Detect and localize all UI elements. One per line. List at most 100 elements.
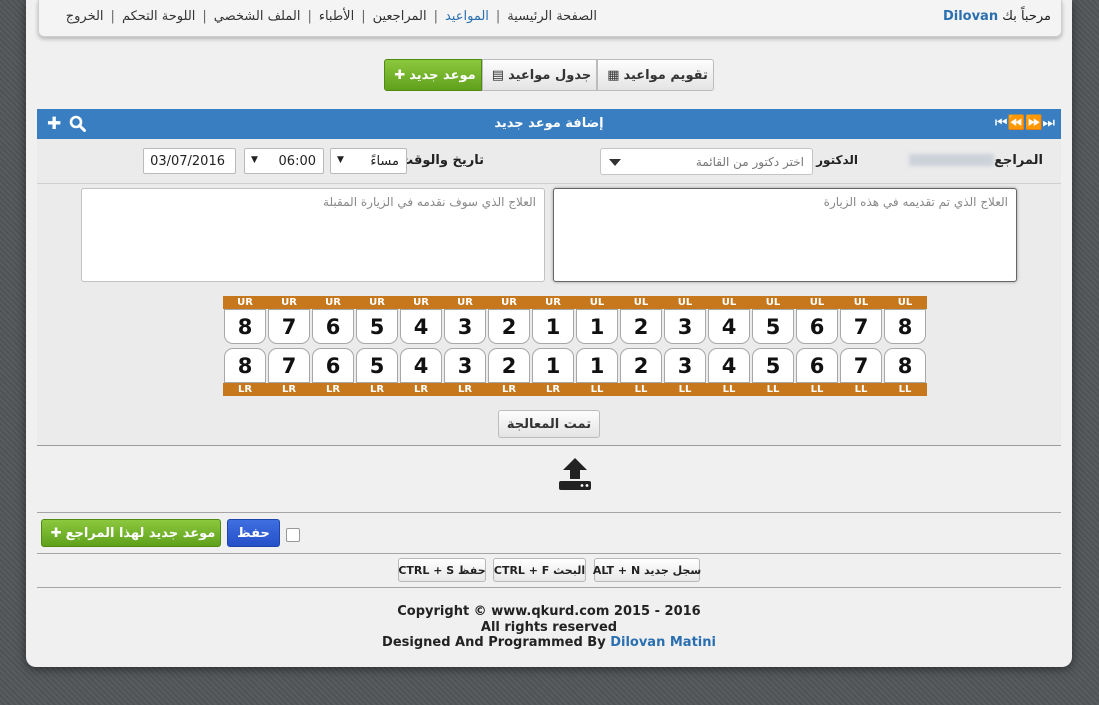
upper-tooth-button[interactable]: 3 [444,309,486,344]
upper-quadrant-label: UR [369,297,385,308]
dropdown-arrow-icon: ▼ [251,155,258,165]
upload-icon[interactable] [557,457,593,491]
lower-tooth-button[interactable]: 5 [752,348,794,383]
lower-tooth-button[interactable]: 7 [840,348,882,383]
time-select[interactable]: ▼ 06:00 [244,148,324,174]
upper-tooth-button[interactable]: 1 [576,309,618,344]
upper-quadrant-label: UR [325,297,341,308]
upper-quadrant-label: UL [633,297,649,308]
previous-record-icon[interactable]: ⏪ [1008,115,1025,131]
appointments-table-button[interactable]: ▤ جدول مواعيد [482,59,597,91]
lower-tooth-button[interactable]: 8 [884,348,926,383]
shortcut-save: CTRL + S حفظ [398,558,486,582]
username[interactable]: Dilovan [943,9,998,24]
period-value: مساءً [370,154,399,169]
form-titlebar: ✚ إضافة موعد جديد ⏮ ⏪ ⏩ ⏭ [37,109,1061,139]
nav-doctors[interactable]: الأطباء [319,9,354,24]
upper-quadrant-label: UL [589,297,605,308]
first-record-icon[interactable]: ⏮ [995,115,1008,131]
save-button[interactable]: حفظ [227,519,280,547]
lower-tooth-button[interactable]: 1 [576,348,618,383]
upper-tooth-button[interactable]: 5 [356,309,398,344]
upper-quadrant-label: UR [545,297,561,308]
lower-tooth-button[interactable]: 6 [312,348,354,383]
doctor-select[interactable]: اختر دكتور من القائمة [600,148,813,175]
lower-tooth-button[interactable]: 4 [400,348,442,383]
top-navbar: الصفحة الرئيسية|المواعيد|المراجعين|الأطب… [38,0,1062,37]
upper-quadrant-label: UL [853,297,869,308]
nav-links: الصفحة الرئيسية|المواعيد|المراجعين|الأطب… [65,9,597,24]
lower-tooth-button[interactable]: 8 [224,348,266,383]
upper-tooth-button[interactable]: 6 [796,309,838,344]
upper-tooth-button[interactable]: 6 [312,309,354,344]
lower-quadrant-label: LL [810,384,824,395]
upper-quadrant-label: UR [281,297,297,308]
upper-tooth-button[interactable]: 8 [884,309,926,344]
appointments-calendar-button[interactable]: ▦ تقويم مواعيد [597,59,714,91]
shortcut-search: CTRL + F البحث [493,558,586,582]
lower-tooth-button[interactable]: 6 [796,348,838,383]
upper-teeth-row: 8765432112345678 [223,309,927,344]
upper-tooth-button[interactable]: 7 [840,309,882,344]
upper-tooth-button[interactable]: 2 [488,309,530,344]
lower-quadrant-label: LR [413,384,429,395]
appointments-toolbar: ✚ موعد جديد ▤ جدول مواعيد ▦ تقويم مواعيد [384,59,714,91]
upper-tooth-button[interactable]: 1 [532,309,574,344]
footer-copyright: Copyright © www.qkurd.com 2015 - 2016 [397,604,701,619]
new-appointment-for-patient-button[interactable]: ✚ موعد جديد لهذا المراجع [41,519,221,547]
lower-quadrant-strip: LR LR LR LR LR LR LR LR LL LL LL LL LL LL LL LL [223,383,927,396]
upper-quadrant-label: UL [897,297,913,308]
upper-quadrant-label: UL [809,297,825,308]
upper-tooth-button[interactable]: 2 [620,309,662,344]
new-appointment-button[interactable]: ✚ موعد جديد [384,59,482,91]
lower-tooth-button[interactable]: 5 [356,348,398,383]
nav-home[interactable]: الصفحة الرئيسية [507,9,597,24]
lower-quadrant-label: LL [854,384,868,395]
treatment-done-field[interactable] [553,188,1017,282]
lower-tooth-button[interactable]: 3 [664,348,706,383]
footer-author-link[interactable]: Dilovan Matini [610,635,716,650]
date-input[interactable]: 03/07/2016 [143,148,236,174]
upper-tooth-button[interactable]: 3 [664,309,706,344]
upper-quadrant-label: UL [765,297,781,308]
shortcut-new: ALT + N سجل جديد [593,558,701,582]
last-record-icon[interactable]: ⏭ [1042,115,1055,131]
lower-tooth-button[interactable]: 2 [488,348,530,383]
patient-name-blurred [909,154,994,166]
upper-tooth-button[interactable]: 5 [752,309,794,344]
lower-tooth-button[interactable]: 4 [708,348,750,383]
lower-tooth-button[interactable]: 1 [532,348,574,383]
nav-logout[interactable]: الخروج [66,9,104,24]
lower-quadrant-label: LL [766,384,780,395]
upper-tooth-button[interactable]: 4 [400,309,442,344]
save-label: حفظ [237,525,270,541]
upper-tooth-button[interactable]: 4 [708,309,750,344]
footer-rights: All rights reserved [480,620,618,635]
lower-quadrant-label: LL [634,384,648,395]
next-record-icon[interactable]: ⏩ [1025,115,1042,131]
lower-tooth-button[interactable]: 2 [620,348,662,383]
checkbox[interactable] [286,528,300,542]
doctor-select-placeholder: اختر دكتور من القائمة [695,155,804,169]
record-navigation: ⏮ ⏪ ⏩ ⏭ [995,115,1055,131]
nav-dashboard[interactable]: اللوحة التحكم [122,9,195,24]
treatment-next-field[interactable] [81,188,545,282]
doctor-label: الدكتور [816,153,858,167]
divider [37,183,1061,184]
lower-teeth-chart: 8765432112345678 LR LR LR LR LR LR LR LR LL LL LL L… [223,348,927,396]
nav-appointments[interactable]: المواعيد [445,9,489,24]
nav-patients[interactable]: المراجعين [373,9,427,24]
upper-tooth-button[interactable]: 7 [268,309,310,344]
upper-tooth-button[interactable]: 8 [224,309,266,344]
dropdown-arrow-icon: ▼ [337,155,344,165]
lower-tooth-button[interactable]: 7 [268,348,310,383]
footer-credits: Designed And Programmed By Dilovan Matin… [26,635,1072,650]
period-select[interactable]: ▼ مساءً [330,148,407,174]
lower-teeth-row: 8765432112345678 [223,348,927,383]
appointments-table-label: جدول مواعيد [508,67,592,83]
divider [37,553,1061,554]
treatment-processed-button[interactable]: تمت المعالجة [498,410,600,438]
nav-profile[interactable]: الملف الشخصي [214,9,301,24]
time-value: 06:00 [278,154,316,169]
lower-tooth-button[interactable]: 3 [444,348,486,383]
